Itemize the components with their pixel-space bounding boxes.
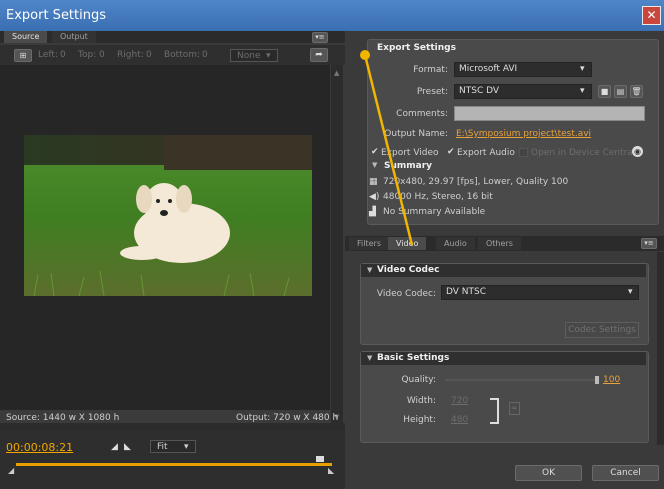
output-dimensions: Output: 720 w X 480 h [236, 413, 339, 423]
set-in-icon[interactable]: ◢ [111, 442, 118, 452]
crop-top-label: Top: [78, 50, 97, 60]
video-codec-value: DV NTSC [446, 287, 487, 297]
close-button[interactable]: ✕ [642, 6, 661, 25]
crop-right-label: Right: [117, 50, 144, 60]
chevron-down-icon: ▾ [266, 51, 271, 61]
checkmark-icon: ✔ [447, 147, 455, 157]
crop-bottom-value[interactable]: 0 [202, 50, 208, 60]
crop-bottom-label: Bottom: [164, 50, 201, 60]
height-label: Height: [403, 415, 436, 425]
quality-value[interactable]: 100 [603, 375, 620, 385]
set-out-icon[interactable]: ◣ [124, 442, 131, 452]
output-name-link[interactable]: E:\Symposium project\test.avi [456, 129, 591, 139]
in-point-icon[interactable]: ◢ [8, 466, 14, 475]
video-codec-label: Video Codec: [376, 289, 436, 299]
title-bar: Export Settings [0, 0, 664, 31]
source-dimensions: Source: 1440 w X 1080 h [6, 413, 120, 423]
comments-input[interactable] [454, 106, 645, 121]
tab-source[interactable]: Source [4, 31, 48, 43]
export-arrow-icon[interactable]: ➦ [310, 48, 328, 62]
tab-audio[interactable]: Audio [436, 237, 475, 250]
tab-others[interactable]: Others [478, 237, 521, 250]
settings-scrollbar[interactable] [657, 252, 664, 445]
preview-image [24, 135, 312, 296]
scroll-up-icon[interactable]: ▲ [334, 69, 339, 77]
format-value: Microsoft AVI [459, 64, 518, 74]
chevron-down-icon: ▾ [580, 86, 585, 96]
quality-slider-handle[interactable] [595, 376, 599, 384]
crop-right-value[interactable]: 0 [146, 50, 152, 60]
width-value[interactable]: 720 [451, 396, 468, 406]
codec-settings-button[interactable]: Codec Settings [565, 322, 639, 338]
checkbox-box [519, 148, 528, 157]
open-device-label: Open in Device Central [531, 148, 636, 158]
preview-hscrollbar[interactable] [0, 423, 345, 430]
crop-icon[interactable]: ⊞ [14, 49, 32, 62]
crop-top-value[interactable]: 0 [99, 50, 105, 60]
ok-button[interactable]: OK [515, 465, 582, 481]
quality-label: Quality: [401, 375, 436, 385]
tab-output[interactable]: Output [52, 31, 96, 43]
width-label: Width: [406, 396, 436, 406]
basic-settings-title: Basic Settings [377, 353, 450, 363]
video-codec-header[interactable]: ▼ Video Codec [361, 264, 646, 277]
panel-menu-button[interactable]: ▾≡ [641, 238, 657, 249]
playhead-icon[interactable] [316, 456, 324, 462]
chevron-down-icon: ▾ [580, 64, 585, 74]
video-codec-dropdown[interactable]: DV NTSC ▾ [441, 285, 639, 300]
zoom-dropdown[interactable]: Fit ▾ [150, 440, 196, 453]
preview-scrollbar[interactable]: ▲ ▼ [331, 65, 343, 423]
export-audio-label: Export Audio [457, 148, 515, 158]
crop-toolbar: ⊞ Left: 0 Top: 0 Right: 0 Bottom: 0 None… [0, 45, 345, 65]
left-tab-bar: Source Output ▾≡ [0, 31, 345, 43]
device-central-icon[interactable]: ◉ [632, 146, 643, 157]
work-area-bar[interactable] [16, 463, 332, 466]
format-dropdown[interactable]: Microsoft AVI ▾ [454, 62, 592, 77]
chevron-down-icon: ▼ [367, 354, 373, 362]
out-point-icon[interactable]: ◣ [328, 466, 334, 475]
timeline-area [0, 430, 345, 489]
chevron-down-icon: ▾ [628, 287, 633, 297]
highlight-annotation [360, 50, 414, 246]
panel-menu-button[interactable]: ▾≡ [312, 32, 328, 43]
zoom-value: Fit [157, 442, 168, 452]
crop-left-value[interactable]: 0 [60, 50, 66, 60]
timecode[interactable]: 00:00:08:21 [6, 441, 73, 454]
delete-preset-icon[interactable]: 🗑 [630, 85, 643, 98]
quality-slider[interactable] [445, 379, 595, 381]
preset-value: NTSC DV [459, 86, 500, 96]
aspect-value: None [237, 51, 261, 61]
height-value[interactable]: 480 [451, 415, 468, 425]
chevron-down-icon: ▼ [367, 266, 373, 274]
video-codec-title: Video Codec [377, 265, 440, 275]
crop-left-label: Left: [38, 50, 58, 60]
save-preset-icon[interactable]: ■ [598, 85, 611, 98]
constrain-bracket [490, 398, 499, 424]
preset-dropdown[interactable]: NTSC DV ▾ [454, 84, 592, 99]
basic-settings-header[interactable]: ▼ Basic Settings [361, 352, 646, 365]
window-title: Export Settings [6, 8, 107, 23]
aspect-dropdown[interactable]: None ▾ [230, 49, 278, 62]
chain-link-icon[interactable]: ∞ [509, 402, 520, 415]
import-preset-icon[interactable]: ▤ [614, 85, 627, 98]
chevron-down-icon: ▾ [184, 442, 189, 452]
cancel-button[interactable]: Cancel [592, 465, 659, 481]
